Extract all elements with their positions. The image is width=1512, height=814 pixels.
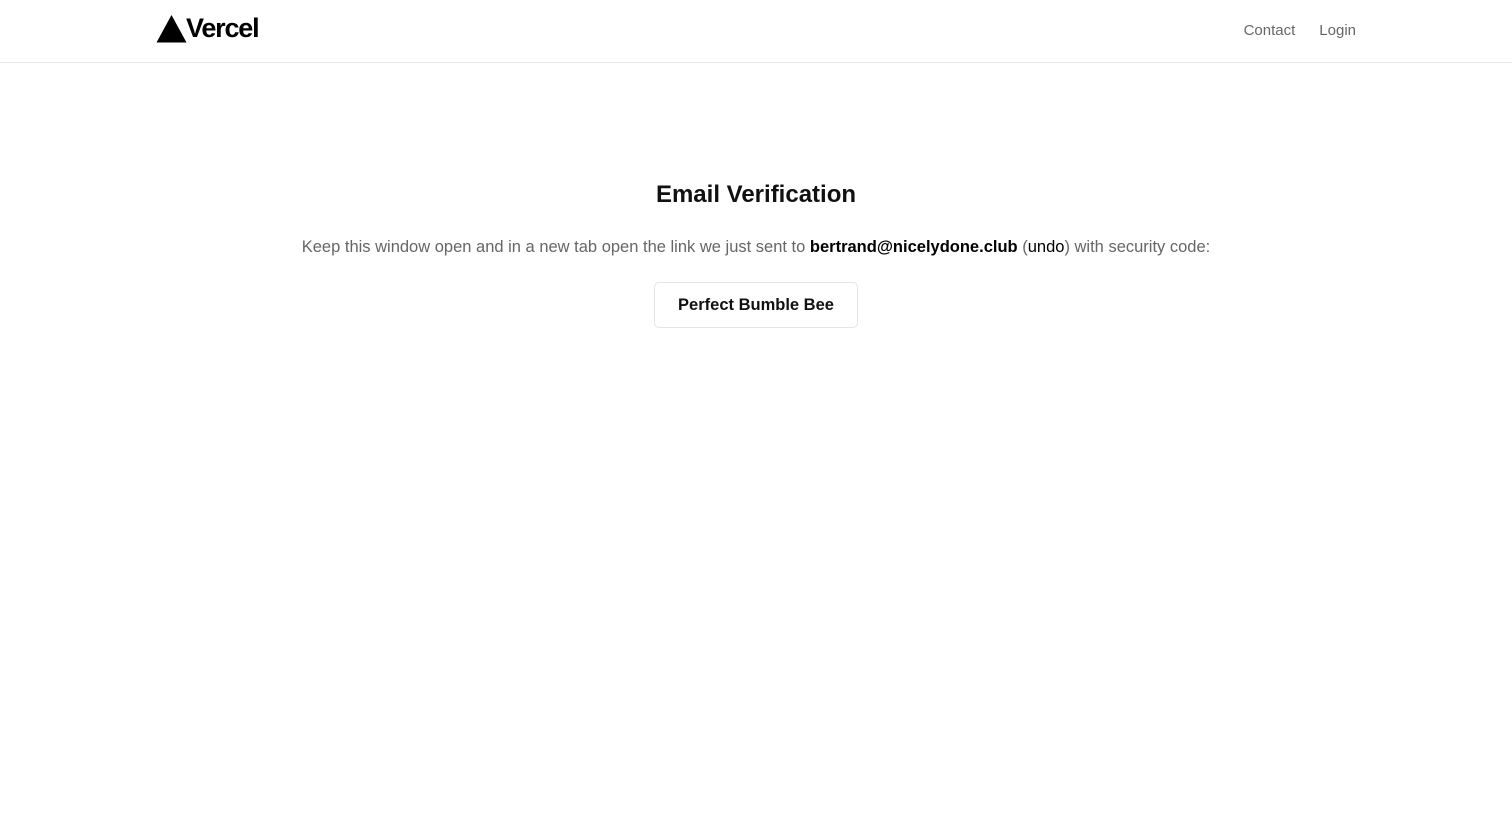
header-nav: Contact Login xyxy=(1244,20,1356,42)
message-text-after: ) with security code: xyxy=(1064,238,1211,256)
undo-link[interactable]: undo xyxy=(1028,238,1065,256)
contact-link[interactable]: Contact xyxy=(1244,20,1296,42)
message-text-before: Keep this window open and in a new tab o… xyxy=(301,238,810,256)
email-address: bertrand@nicelydone.club xyxy=(809,238,1018,256)
site-header: Vercel Contact Login xyxy=(0,0,1512,63)
login-link[interactable]: Login xyxy=(1319,20,1356,42)
brand-name: Vercel xyxy=(186,13,260,43)
security-code-box: Perfect Bumble Bee xyxy=(654,282,858,328)
paren-open: ( xyxy=(1017,238,1028,256)
security-code: Perfect Bumble Bee xyxy=(678,295,834,314)
verification-message: Keep this window open and in a new tab o… xyxy=(0,235,1512,259)
triangle-icon xyxy=(156,14,187,43)
vercel-logo-link[interactable]: Vercel xyxy=(156,13,260,43)
page-title: Email Verification xyxy=(655,181,857,208)
